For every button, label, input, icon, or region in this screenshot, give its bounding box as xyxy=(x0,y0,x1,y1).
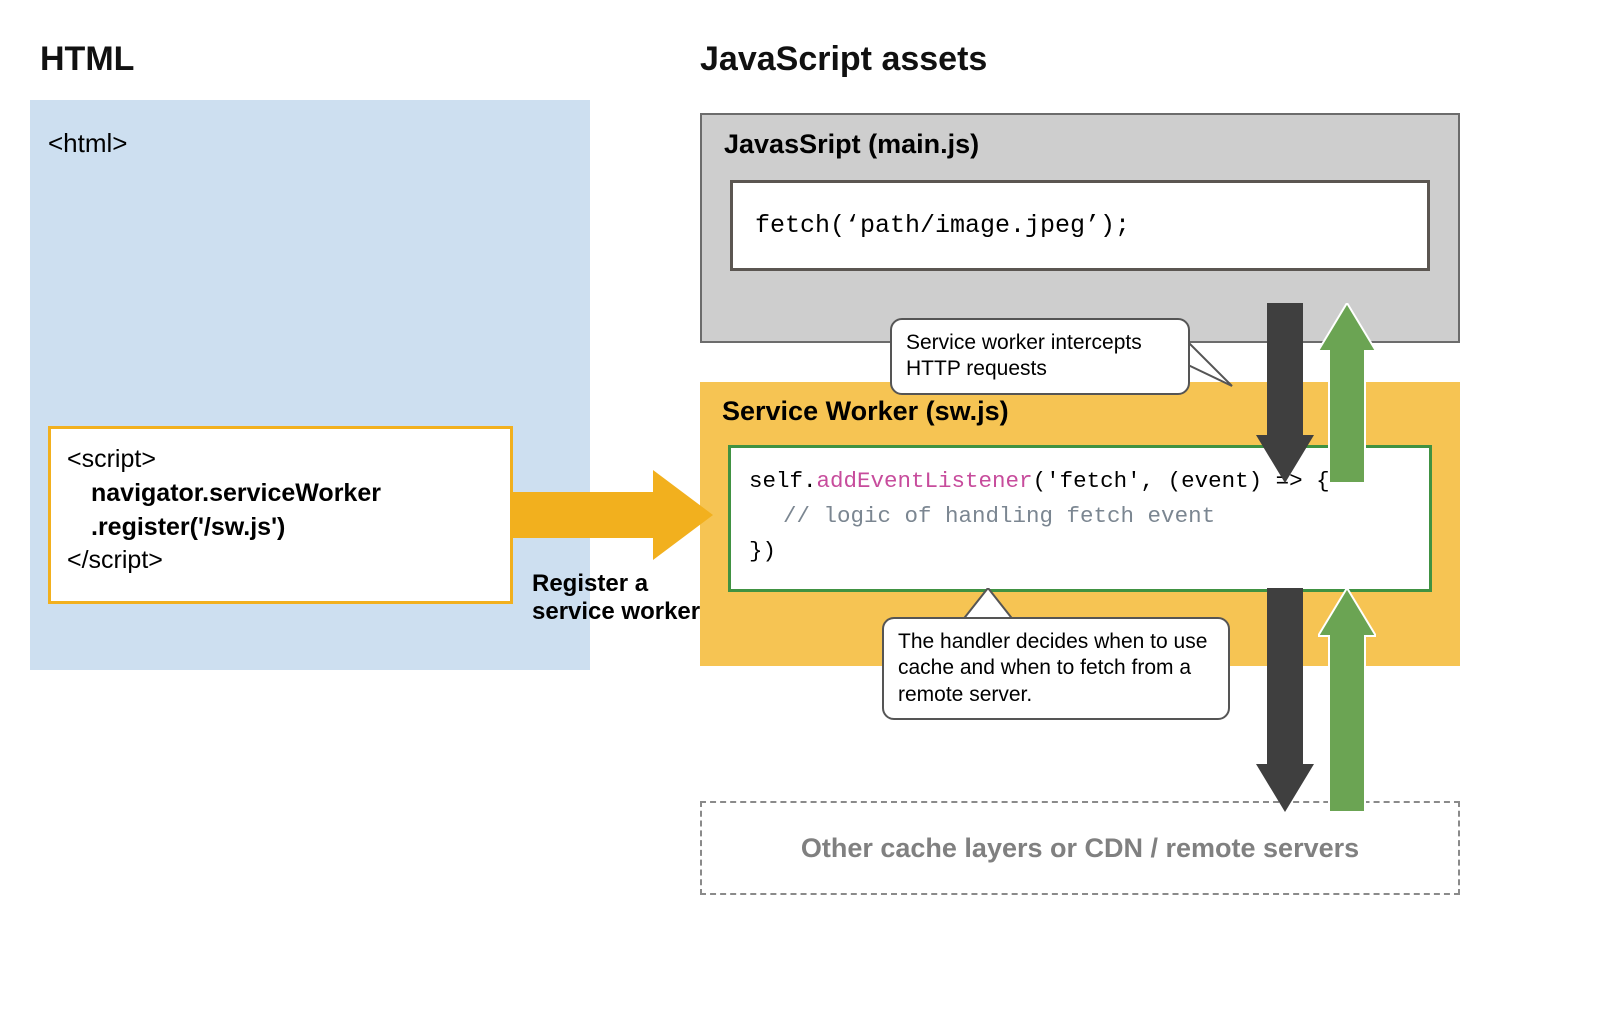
script-code-box: <script> navigator.serviceWorker .regist… xyxy=(48,426,513,604)
js-code-box: fetch(‘path/image.jpeg’); xyxy=(730,180,1430,271)
arrow-up-server-to-sw-icon xyxy=(1318,588,1376,812)
script-line-1: navigator.serviceWorker xyxy=(67,477,494,511)
arrow-up-sw-to-js-icon xyxy=(1318,303,1376,483)
bubble-intercept-tail-icon xyxy=(1182,340,1242,390)
bottom-server-label: Other cache layers or CDN / remote serve… xyxy=(801,833,1359,864)
script-close: </script> xyxy=(67,544,494,578)
js-panel-title: JavasSript (main.js) xyxy=(702,115,1458,168)
heading-js-assets: JavaScript assets xyxy=(700,40,987,79)
html-tag-text: <html> xyxy=(48,128,128,159)
bubble-handler: The handler decides when to use cache an… xyxy=(882,617,1230,720)
bottom-server-box: Other cache layers or CDN / remote serve… xyxy=(700,801,1460,895)
arrow-down-sw-to-server-icon xyxy=(1256,588,1314,812)
bubble-intercept: Service worker intercepts HTTP requests xyxy=(890,318,1190,395)
heading-html: HTML xyxy=(40,40,134,79)
sw-code-comment: // logic of handling fetch event xyxy=(749,499,1411,534)
sw-code-prefix: self. xyxy=(749,468,817,494)
script-line-2: .register('/sw.js') xyxy=(67,511,494,545)
script-open: <script> xyxy=(67,443,494,477)
arrow-down-js-to-sw-icon xyxy=(1256,303,1314,483)
register-arrow-label: Register a service worker xyxy=(532,570,712,626)
sw-code-keyword: addEventListener xyxy=(817,468,1033,494)
sw-code-close: }) xyxy=(749,534,1411,569)
register-arrow-icon xyxy=(513,470,713,560)
